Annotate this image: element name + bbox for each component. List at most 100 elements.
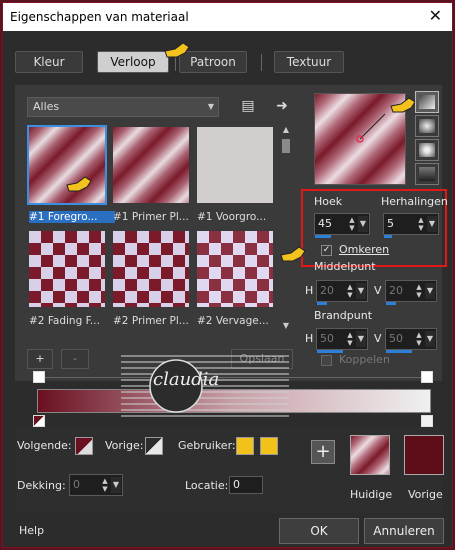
gebruiker-label: Gebruiker: <box>178 439 236 452</box>
material-properties-window: Eigenschappen van materiaal ✕ Kleur Verl… <box>2 2 453 548</box>
scroll-down-icon[interactable]: ▼ <box>281 321 291 331</box>
transparency-stop-right[interactable] <box>421 371 433 383</box>
middelpunt-v-value: 20 <box>389 284 403 297</box>
color-stop-left[interactable] <box>33 415 45 427</box>
brandpunt-label: Brandpunt <box>314 309 373 322</box>
close-icon[interactable]: ✕ <box>429 6 442 25</box>
tab-divider <box>261 54 262 71</box>
transparency-stop-left[interactable] <box>33 371 45 383</box>
linear-style-button[interactable] <box>415 91 439 113</box>
arrow-right-icon[interactable]: ➜ <box>273 97 291 115</box>
thumb-label: #1 Primer Pl... <box>113 211 189 223</box>
chevron-down-icon[interactable]: ▼ <box>356 283 366 299</box>
middelpunt-v-spinner[interactable]: 20 ▲ ▼ ▼ <box>385 280 437 305</box>
pointer-hand-icon <box>280 246 306 262</box>
gradient-swatch <box>113 231 189 307</box>
add-stop-button[interactable]: + <box>27 349 53 369</box>
pointer-hand-icon <box>66 176 92 192</box>
koppelen-checkbox[interactable] <box>321 355 332 366</box>
brandpunt-v-spinner[interactable]: 50 ▲ ▼ ▼ <box>385 328 437 353</box>
herhalingen-slider[interactable] <box>384 235 392 238</box>
middelpunt-h-slider[interactable] <box>317 302 327 305</box>
gradient-thumbnail-grid: #1 Foregro... #1 Primer Pl... #1 Voorgro… <box>27 125 277 335</box>
vorige-gradient-swatch[interactable] <box>145 437 163 455</box>
spinner-arrows-icon[interactable]: ▲ ▼ <box>414 283 424 299</box>
previous-color-swatch[interactable] <box>404 435 444 475</box>
gradient-thumb-2[interactable]: #1 Primer Pl... <box>111 125 191 223</box>
hoek-slider[interactable] <box>315 235 331 238</box>
vorige-label: Vorige: <box>105 439 144 452</box>
omkeren-label: Omkeren <box>339 243 390 256</box>
pointer-hand-icon <box>164 42 190 58</box>
middelpunt-v-slider[interactable] <box>386 302 396 305</box>
help-button[interactable]: Help <box>19 524 44 537</box>
gradient-thumb-6[interactable]: #2 Vervage... <box>195 229 275 327</box>
spinner-arrows-icon[interactable]: ▲ ▼ <box>347 216 357 232</box>
sunburst-style-button[interactable] <box>415 139 439 161</box>
chevron-down-icon[interactable]: ▼ <box>111 477 121 493</box>
spinner-arrows-icon[interactable]: ▲ ▼ <box>416 216 426 232</box>
brandpunt-h-value: 50 <box>320 332 334 345</box>
middelpunt-h-value: 20 <box>320 284 334 297</box>
dekking-label: Dekking: <box>17 479 66 492</box>
pointer-hand-icon <box>390 97 416 113</box>
gradient-thumb-1[interactable]: #1 Foregro... <box>27 125 115 223</box>
color-stop-right[interactable] <box>421 415 433 427</box>
cancel-button[interactable]: Annuleren <box>364 518 444 544</box>
brandpunt-h-spinner[interactable]: 50 ▲ ▼ ▼ <box>316 328 368 353</box>
watermark-text: claudia <box>153 369 220 390</box>
spinner-arrows-icon[interactable]: ▲ ▼ <box>100 477 110 493</box>
chevron-down-icon[interactable]: ▼ <box>427 216 437 232</box>
thumb-label: #2 Vervage... <box>197 315 269 327</box>
add-to-swatches-button[interactable]: + <box>311 440 335 464</box>
dekking-spinner[interactable]: 0 ▲ ▼ ▼ <box>69 474 123 496</box>
hoek-spinner[interactable]: 45 ▲ ▼ ▼ <box>314 213 370 238</box>
chevron-down-icon: ▼ <box>207 102 214 111</box>
brandpunt-v-value: 50 <box>389 332 403 345</box>
gradient-preview[interactable] <box>314 93 416 185</box>
category-select[interactable]: Alles ▼ <box>27 97 219 117</box>
gradient-thumb-5[interactable]: #2 Primer Pl... <box>111 229 191 327</box>
remove-stop-button[interactable]: - <box>61 349 89 369</box>
spinner-arrows-icon[interactable]: ▲ ▼ <box>345 283 355 299</box>
spinner-arrows-icon[interactable]: ▲ ▼ <box>345 331 355 347</box>
gradient-thumb-4[interactable]: #2 Fading F... <box>27 229 107 327</box>
user-color-swatch-1[interactable] <box>236 437 254 455</box>
chevron-down-icon[interactable]: ▼ <box>425 331 435 347</box>
scroll-up-icon[interactable]: ▲ <box>281 125 291 135</box>
dekking-value: 0 <box>73 478 80 491</box>
gradient-swatch <box>197 127 273 203</box>
chevron-down-icon[interactable]: ▼ <box>358 216 368 232</box>
thumb-label: #1 Voorgro... <box>197 211 267 223</box>
hoek-label: Hoek <box>314 195 343 208</box>
scroll-thumb[interactable] <box>282 139 290 153</box>
user-color-swatch-2[interactable] <box>260 437 278 455</box>
vorige-swatch-label: Vorige <box>408 488 443 501</box>
chevron-down-icon[interactable]: ▼ <box>425 283 435 299</box>
ok-button[interactable]: OK <box>279 518 359 544</box>
tab-verloop[interactable]: Verloop <box>97 51 169 73</box>
middelpunt-v-label: V <box>374 284 382 297</box>
koppelen-label: Koppelen <box>339 353 390 366</box>
omkeren-checkbox[interactable]: ✓ <box>321 245 332 256</box>
herhalingen-spinner[interactable]: 5 ▲ ▼ ▼ <box>383 213 439 238</box>
spinner-arrows-icon[interactable]: ▲ ▼ <box>414 331 424 347</box>
huidige-label: Huidige <box>350 488 393 501</box>
title-bar: Eigenschappen van materiaal ✕ <box>3 3 452 31</box>
current-gradient-swatch[interactable] <box>350 435 390 475</box>
gradient-thumb-3[interactable]: #1 Voorgro... <box>195 125 275 223</box>
thumbnail-scrollbar[interactable]: ▲ ▼ <box>281 125 291 331</box>
chevron-down-icon[interactable]: ▼ <box>356 331 366 347</box>
volgende-swatch[interactable] <box>75 437 93 455</box>
radial-style-button[interactable] <box>415 163 439 185</box>
locatie-field[interactable]: 0 <box>229 476 263 494</box>
tab-textuur[interactable]: Textuur <box>274 51 344 73</box>
middelpunt-h-spinner[interactable]: 20 ▲ ▼ ▼ <box>316 280 368 305</box>
category-selected: Alles <box>33 100 60 113</box>
middelpunt-h-label: H <box>305 284 314 297</box>
library-icon[interactable]: ▤ <box>239 97 257 115</box>
rectangular-style-button[interactable] <box>415 115 439 137</box>
tab-kleur[interactable]: Kleur <box>15 51 83 73</box>
gradient-swatch <box>197 231 273 307</box>
thumb-label: #2 Fading F... <box>29 315 100 327</box>
